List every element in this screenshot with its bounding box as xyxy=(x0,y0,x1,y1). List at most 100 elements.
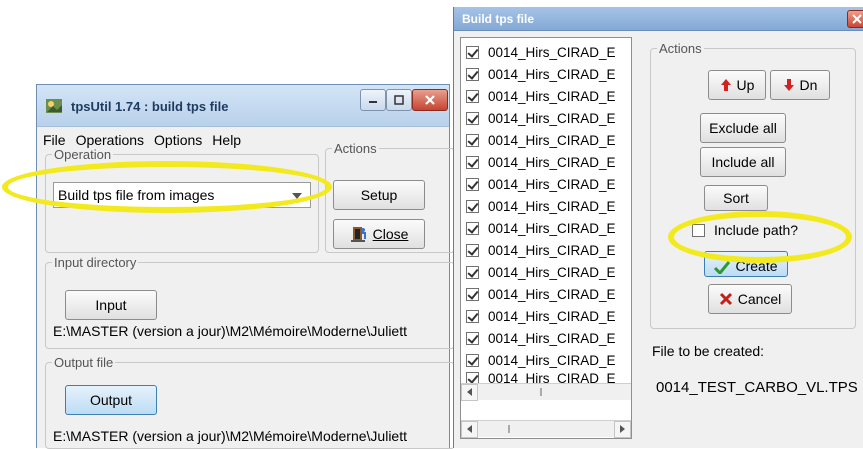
minimize-button[interactable] xyxy=(360,89,386,111)
list-item[interactable]: 0014_Hirs_CIRAD_E xyxy=(466,173,616,195)
file-checkbox[interactable] xyxy=(466,111,479,125)
window-title: Build tps file xyxy=(462,12,534,26)
list-item[interactable]: 0014_Hirs_CIRAD_E xyxy=(466,305,616,327)
file-list[interactable]: 0014_Hirs_CIRAD_E 0014_Hirs_CIRAD_E 0014… xyxy=(460,37,632,439)
output-file-legend: Output file xyxy=(54,355,114,370)
close-icon xyxy=(425,95,435,105)
sort-button[interactable]: Sort xyxy=(704,185,768,211)
scroll-track[interactable] xyxy=(478,384,631,400)
close-window-button[interactable] xyxy=(412,89,448,111)
list-item[interactable]: 0014_Hirs_CIRAD_E xyxy=(466,107,616,129)
menu-help[interactable]: Help xyxy=(210,132,243,148)
menu-options[interactable]: Options xyxy=(152,132,204,148)
actions-legend: Actions xyxy=(334,141,377,156)
arrow-up-icon xyxy=(720,79,731,91)
file-name: 0014_Hirs_CIRAD_E xyxy=(488,66,616,82)
file-name: 0014_Hirs_CIRAD_E xyxy=(488,220,616,236)
scroll-right-button[interactable] xyxy=(614,420,631,438)
setup-label: Setup xyxy=(360,187,398,203)
move-up-button[interactable]: Up xyxy=(708,70,766,100)
create-label: Create xyxy=(735,258,778,274)
include-path-checkbox[interactable] xyxy=(692,223,705,237)
minimize-icon xyxy=(369,101,377,103)
input-path: E:\MASTER (version a jour)\M2\Mémoire\Mo… xyxy=(53,323,407,339)
create-button[interactable]: Create xyxy=(704,251,788,277)
file-checkbox[interactable] xyxy=(466,67,479,81)
exclude-all-label: Exclude all xyxy=(709,120,777,136)
list-item[interactable]: 0014_Hirs_CIRAD_E xyxy=(466,85,616,107)
file-checkbox[interactable] xyxy=(466,331,479,345)
file-name: 0014_Hirs_CIRAD_E xyxy=(488,308,616,324)
include-path-option[interactable]: Include path? xyxy=(692,222,798,238)
operation-selected-value: Build tps file from images xyxy=(58,187,215,203)
file-checkbox[interactable] xyxy=(466,133,479,147)
up-label: Up xyxy=(736,77,755,93)
move-down-button[interactable]: Dn xyxy=(770,70,830,100)
scroll-left-button[interactable] xyxy=(461,383,478,401)
title-bar: tpsUtil 1.74 : build tps file xyxy=(37,85,449,127)
list-item[interactable]: 0014_Hirs_CIRAD_E xyxy=(466,41,616,63)
horizontal-scrollbar[interactable] xyxy=(461,383,631,401)
dn-label: Dn xyxy=(799,77,818,93)
setup-button[interactable]: Setup xyxy=(333,180,425,210)
arrow-left-icon xyxy=(467,388,472,396)
maximize-icon xyxy=(394,95,404,105)
file-checkbox[interactable] xyxy=(466,287,479,301)
scroll-grip[interactable] xyxy=(540,388,542,396)
file-name: 0014_Hirs_CIRAD_E xyxy=(488,154,616,170)
file-checkbox[interactable] xyxy=(466,89,479,103)
actions-legend: Actions xyxy=(659,41,702,56)
list-item[interactable]: 0014_Hirs_CIRAD_E xyxy=(466,327,616,349)
arrow-left-icon xyxy=(467,425,472,433)
title-bar: Build tps file xyxy=(454,7,863,31)
list-item[interactable]: 0014_Hirs_CIRAD_E xyxy=(466,261,616,283)
list-item[interactable]: 0014_Hirs_CIRAD_E xyxy=(466,283,616,305)
file-checkbox[interactable] xyxy=(466,45,479,59)
list-item[interactable]: 0014_Hirs_CIRAD_E xyxy=(466,217,616,239)
cancel-button[interactable]: Cancel xyxy=(708,284,792,314)
exclude-all-button[interactable]: Exclude all xyxy=(700,113,786,143)
maximize-button[interactable] xyxy=(386,89,412,111)
sort-label: Sort xyxy=(723,190,749,206)
file-checkbox[interactable] xyxy=(466,221,479,235)
file-checkbox[interactable] xyxy=(466,177,479,191)
list-item[interactable]: 0014_Hirs_CIRAD_E xyxy=(466,195,616,217)
window-title: tpsUtil 1.74 : build tps file xyxy=(71,99,229,114)
list-item[interactable]: 0014_Hirs_CIRAD_E xyxy=(466,63,616,85)
file-checkbox[interactable] xyxy=(466,155,479,169)
scroll-track[interactable] xyxy=(478,421,614,437)
cancel-x-icon xyxy=(719,292,732,306)
tpsutil-window: tpsUtil 1.74 : build tps file File Opera… xyxy=(36,84,455,449)
file-checkbox[interactable] xyxy=(466,199,479,213)
close-button[interactable]: Close xyxy=(333,219,425,249)
file-checkbox[interactable] xyxy=(466,309,479,323)
file-name: 0014_Hirs_CIRAD_E xyxy=(488,44,616,60)
menu-file[interactable]: File xyxy=(41,132,68,148)
include-all-button[interactable]: Include all xyxy=(700,147,786,177)
file-name: 0014_Hirs_CIRAD_E xyxy=(488,286,616,302)
build-tps-file-window: Build tps file 0014_Hirs_CIRAD_E 0014_Hi… xyxy=(453,7,863,448)
list-item[interactable]: 0014_Hirs_CIRAD_E xyxy=(466,129,616,151)
close-window-button[interactable] xyxy=(847,10,863,28)
list-item[interactable]: 0014_Hirs_CIRAD_E xyxy=(466,151,616,173)
operation-select[interactable]: Build tps file from images xyxy=(53,182,311,208)
arrow-right-icon xyxy=(620,425,625,433)
input-button[interactable]: Input xyxy=(65,290,157,320)
arrow-down-icon xyxy=(783,79,794,91)
cancel-label: Cancel xyxy=(737,291,782,307)
file-checkbox[interactable] xyxy=(466,265,479,279)
list-item[interactable]: 0014_Hirs_CIRAD_E xyxy=(466,239,616,261)
list-item[interactable]: 0014_Hirs_CIRAD_E xyxy=(466,349,616,371)
file-checkbox[interactable] xyxy=(466,353,479,367)
scroll-grip[interactable] xyxy=(508,425,510,433)
menu-operations[interactable]: Operations xyxy=(74,132,146,148)
horizontal-scrollbar-bottom[interactable] xyxy=(461,420,631,438)
file-name: 0014_Hirs_CIRAD_E xyxy=(488,264,616,280)
file-to-create-label: File to be created: xyxy=(652,343,765,359)
file-checkbox[interactable] xyxy=(466,243,479,257)
output-button[interactable]: Output xyxy=(65,385,157,415)
scroll-left-button[interactable] xyxy=(461,420,478,438)
include-all-label: Include all xyxy=(711,154,775,170)
input-directory-legend: Input directory xyxy=(54,255,137,270)
file-name: 0014_Hirs_CIRAD_E xyxy=(488,88,616,104)
